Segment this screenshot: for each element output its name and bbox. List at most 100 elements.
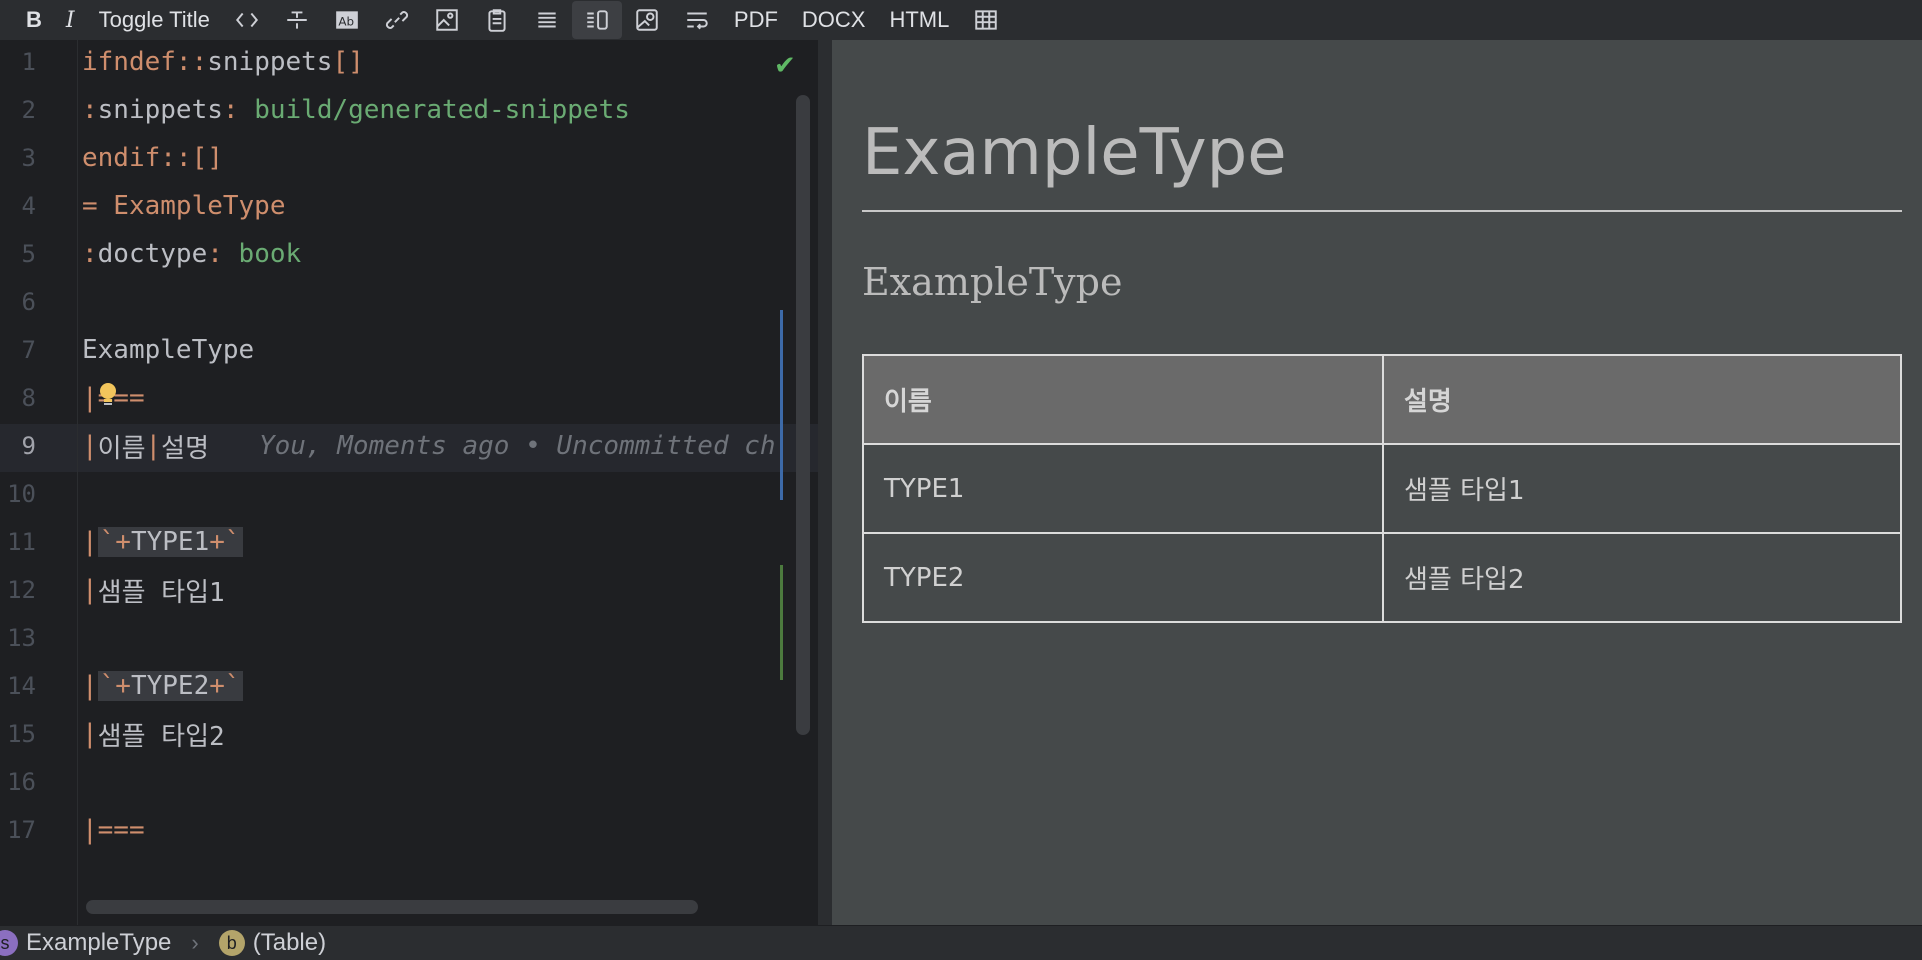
vcs-added-marker[interactable] <box>780 565 783 680</box>
bold-button[interactable]: B <box>14 1 54 39</box>
pipe-token: | <box>82 431 98 461</box>
table-header-cell: 설명 <box>1382 354 1902 445</box>
pipe-token: | <box>82 575 98 605</box>
colon-token: : <box>222 95 255 125</box>
breadcrumb-label: (Table) <box>252 929 327 956</box>
link-button[interactable] <box>372 1 422 39</box>
table-cell: 샘플 타입2 <box>1382 532 1902 623</box>
pdf-button[interactable]: PDF <box>722 1 790 39</box>
image-icon <box>436 9 458 31</box>
table-row: TYPE2 샘플 타입2 <box>862 532 1902 623</box>
code-editor[interactable]: 1 2 3 4 5 6 7 8 9 10 11 12 13 14 15 16 1… <box>0 40 818 925</box>
highlight-icon: Ab <box>336 11 358 29</box>
breadcrumb-separator: › <box>191 930 199 955</box>
passthrough-token: `+ <box>99 527 131 557</box>
image-button[interactable] <box>422 1 472 39</box>
pdf-label: PDF <box>733 7 778 32</box>
table-cell: TYPE2 <box>862 532 1384 623</box>
code-line: = ExampleType <box>82 184 286 228</box>
preview-table: 이름 설명 TYPE1 샘플 타입1 TYPE2 샘플 타입2 <box>862 354 1902 623</box>
code-icon <box>235 12 258 28</box>
title-rule <box>862 210 1902 212</box>
italic-button[interactable]: I <box>54 1 87 39</box>
clipboard-icon <box>488 9 506 32</box>
docx-button[interactable]: DOCX <box>790 1 878 39</box>
section-badge-icon: s <box>0 930 18 956</box>
strikethrough-icon <box>287 11 307 29</box>
code-line: ifndef:: snippets[] <box>82 40 364 84</box>
pipe-token: | <box>82 719 98 749</box>
html-label: HTML <box>889 7 950 32</box>
toggle-title-button[interactable]: Toggle Title <box>87 1 222 39</box>
table-button[interactable] <box>961 1 1011 39</box>
macro-token: endif::[] <box>82 143 223 173</box>
soft-wrap-icon <box>687 12 708 30</box>
line-number: 8 <box>21 384 36 412</box>
highlight-button[interactable]: Ab <box>322 1 372 39</box>
table-header-cell: 이름 <box>862 354 1384 445</box>
line-number: 3 <box>21 144 36 172</box>
cell-text-token: 설명 <box>161 433 209 464</box>
code-line: | `+TYPE2+` <box>82 664 243 708</box>
split-pane-divider[interactable] <box>818 40 832 925</box>
split-view-button[interactable] <box>571 1 622 39</box>
code-line: : snippets: build/generated-snippets <box>82 88 630 132</box>
editor-toolbar: B I Toggle Title Ab PDF DOCX HTML <box>0 0 1922 40</box>
strikethrough-button[interactable] <box>272 1 322 39</box>
attr-value-token: build/generated-snippets <box>254 95 630 125</box>
vertical-scrollbar[interactable] <box>796 95 810 735</box>
table-icon <box>975 10 998 30</box>
line-number: 4 <box>21 192 36 220</box>
breadcrumb-label: ExampleType <box>26 929 172 956</box>
attr-name-token: doctype <box>97 239 208 269</box>
line-number: 2 <box>21 96 36 124</box>
bracket-token: [] <box>332 47 364 77</box>
soft-wrap-button[interactable] <box>672 1 722 39</box>
code-content[interactable]: ifndef:: snippets[] : snippets: build/gene… <box>82 40 812 925</box>
cell-text-token: TYPE2 <box>130 671 210 701</box>
preview-only-button[interactable] <box>622 1 672 39</box>
passthrough-token: `+ <box>99 671 131 701</box>
line-number: 7 <box>21 336 36 364</box>
code-line-current: | 이름 | 설명 You, Moments ago • Uncommitted ch <box>82 424 776 468</box>
inspection-ok-check-icon[interactable]: ✔ <box>774 50 796 81</box>
breadcrumb-item-document[interactable]: s ExampleType <box>0 929 171 957</box>
lightbulb-icon[interactable] <box>97 382 119 408</box>
colon-token: : <box>207 239 239 269</box>
code-line: | `+TYPE1+` <box>82 520 243 564</box>
paragraph-text: ExampleType <box>862 260 1123 304</box>
line-number: 17 <box>7 816 36 844</box>
breadcrumb-item-table[interactable]: b (Table) <box>218 929 327 957</box>
align-button[interactable] <box>522 1 572 39</box>
passthrough-token: +` <box>209 671 241 701</box>
code-button[interactable] <box>222 1 272 39</box>
line-number: 15 <box>7 720 36 748</box>
align-icon <box>538 12 556 28</box>
clipboard-button[interactable] <box>472 1 522 39</box>
cell-text-token: 이름 <box>97 433 146 464</box>
attr-name-token: snippets <box>97 95 223 125</box>
svg-text:Ab: Ab <box>338 14 354 28</box>
line-number: 14 <box>7 672 36 700</box>
colon-token: : <box>82 95 98 125</box>
attr-token: snippets <box>207 47 333 77</box>
split-view-icon <box>587 10 608 30</box>
block-badge-icon: b <box>218 930 245 956</box>
breadcrumb-bar: s ExampleType › b (Table) <box>0 925 1922 960</box>
toggle-title-label: Toggle Title <box>98 7 210 32</box>
line-number: 12 <box>7 576 36 604</box>
line-number: 6 <box>21 288 36 316</box>
vcs-modified-marker[interactable] <box>780 310 783 500</box>
line-number-gutter: 1 2 3 4 5 6 7 8 9 10 11 12 13 14 15 16 1… <box>0 40 78 925</box>
monospace-span: `+TYPE1+` <box>97 527 243 557</box>
code-line: | 샘플 타입1 <box>82 568 225 612</box>
line-number: 16 <box>7 768 36 796</box>
cell-text-token: 샘플 타입2 <box>97 721 225 752</box>
passthrough-token: +` <box>209 527 241 557</box>
table-header-row: 이름 설명 <box>862 354 1902 445</box>
html-button[interactable]: HTML <box>877 1 961 39</box>
pipe-token: | <box>145 431 162 461</box>
link-icon <box>385 11 408 29</box>
horizontal-scrollbar[interactable] <box>86 900 698 914</box>
macro-token: ifndef:: <box>82 47 208 77</box>
